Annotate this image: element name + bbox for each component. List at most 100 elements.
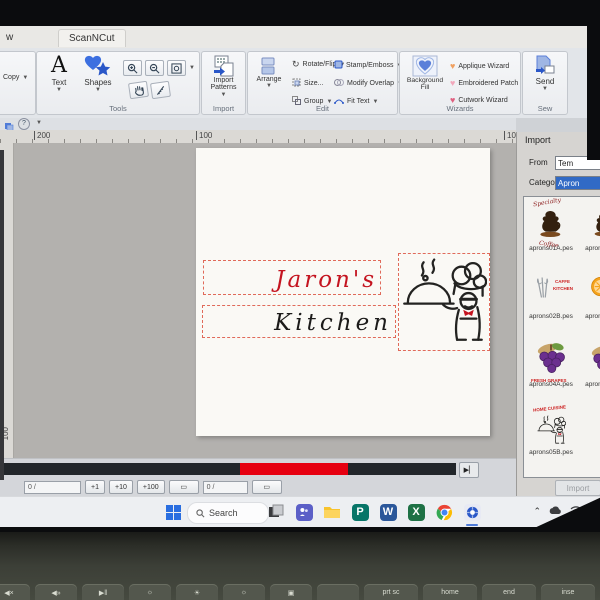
stitch-timeline[interactable] [0, 463, 456, 475]
chrome-icon[interactable] [434, 502, 454, 522]
orange-art [591, 277, 600, 297]
help-icon[interactable]: ? [18, 118, 30, 130]
zoom-out-button[interactable] [145, 60, 164, 76]
key-blank[interactable] [317, 584, 359, 600]
thumbnail-aprons02B[interactable]: CAFFE KITCHEN aprons02B.pes [524, 269, 578, 320]
thumb-art-text: CAFFE [555, 279, 570, 284]
import-patterns-button[interactable]: Import Patterns ▼ [207, 55, 240, 98]
copy-button[interactable]: Copy ▼ [3, 74, 28, 81]
key-brightness-down[interactable]: ☼ [129, 584, 171, 600]
thumbnail-aprons01B[interactable]: aprons01B.pes [580, 201, 600, 252]
publisher-icon[interactable]: P [350, 502, 370, 522]
key-insert[interactable]: inse [541, 584, 595, 600]
thumbnail-aprons05B[interactable]: HOME CUISINE aprons05B.pes [524, 404, 578, 456]
text-tool-button[interactable]: A Text ▼ [43, 54, 75, 94]
embroidered-patch-button[interactable]: ♥ Embroidered Patch [450, 79, 518, 88]
size-button[interactable]: Size... [292, 78, 323, 89]
import-patterns-icon [207, 55, 240, 77]
import-confirm-button[interactable]: Import [555, 480, 600, 496]
patch-heart-icon: ♥ [450, 78, 456, 88]
arrange-button[interactable]: Arrange ▼ [252, 56, 286, 89]
zoom-buttons: ▼ [123, 60, 195, 76]
shapes-tool-button[interactable]: Shapes ▼ [79, 54, 117, 93]
excel-icon[interactable]: X [406, 502, 426, 522]
key-project-display[interactable]: ▣ [270, 584, 312, 600]
key-brightness-up[interactable]: ☼ [223, 584, 265, 600]
selection-box-chef[interactable] [398, 253, 490, 351]
stamp-emboss-button[interactable]: Stamp/Emboss ▼ [334, 60, 402, 71]
background-fill-icon [403, 55, 447, 77]
wizards-group-label: Wizards [446, 104, 474, 113]
design-text-line1[interactable]: Jaron's [275, 267, 377, 293]
key-play-pause[interactable]: ▶‖ [82, 584, 124, 600]
size-label: Size... [304, 80, 324, 87]
thumbnail-aprons04B[interactable]: aprons04B.pes [580, 337, 600, 388]
background-fill-button[interactable]: Background Fill [403, 55, 447, 91]
forward-10-button[interactable]: +10 [108, 480, 133, 494]
search-label: Search [209, 508, 238, 518]
tab-scanncut[interactable]: ScanNCut [58, 29, 126, 47]
zoom-fit-button[interactable] [167, 60, 186, 76]
key-volume[interactable]: ◀» [35, 584, 77, 600]
tray-chevron-icon[interactable]: ⌃ [533, 506, 541, 517]
ribbon-group-clipboard: Copy ▼ [0, 51, 36, 115]
file-explorer-icon[interactable] [322, 502, 342, 522]
laptop-photo: w ScanNCut Copy ▼ A Text ▼ Shapes ▼ ▼ To… [0, 0, 600, 600]
forward-1-button[interactable]: +1 [85, 480, 105, 494]
taskbar-search[interactable]: Search [187, 502, 269, 524]
applique-wizard-button[interactable]: ♥ Applique Wizard [450, 62, 509, 71]
task-view-icon[interactable] [266, 502, 286, 522]
thumbnail-aprons04A[interactable]: FRESH GRAPES aprons04A.pes [524, 337, 578, 388]
modify-overlap-button[interactable]: Modify Overlap ▼ [334, 78, 403, 89]
modify-overlap-icon [334, 78, 344, 89]
key-brightness[interactable]: ☀ [176, 584, 218, 600]
key-end[interactable]: end [482, 584, 536, 600]
stitch-counter-field[interactable]: 0 / [24, 480, 81, 494]
key-home[interactable]: home [423, 584, 477, 600]
zoom-in-button[interactable] [123, 60, 142, 76]
ribbon-group-sew: Send ▼ Sew [522, 51, 568, 115]
tab-view-partial[interactable]: w [0, 29, 23, 46]
stamp-emboss-label: Stamp/Emboss [346, 62, 394, 69]
text-tool-label: Text [51, 78, 67, 87]
word-icon[interactable]: W [378, 502, 398, 522]
design-workspace[interactable]: 100 Jaron's Kitchen [0, 143, 516, 458]
simulator-play-button[interactable]: ▶▏ [459, 462, 479, 478]
copy-label: Copy [3, 74, 20, 81]
thumb-filename: aprons05B.pes [529, 449, 573, 456]
measure-button[interactable] [149, 80, 172, 100]
teams-icon[interactable] [294, 502, 314, 522]
caret-icon: ▼ [95, 87, 101, 93]
photo-left-edge [0, 150, 4, 480]
send-button[interactable]: Send ▼ [529, 55, 561, 92]
design-text-line2[interactable]: Kitchen [274, 310, 392, 336]
frame-forward-button[interactable]: ▭ [251, 480, 282, 494]
frame-back-button[interactable]: ▭ [168, 480, 199, 494]
import-group-label: Import [212, 104, 235, 113]
forward-100-button[interactable]: +100 [136, 480, 165, 494]
quickbar-caret-icon[interactable]: ▼ [36, 120, 42, 126]
windows-taskbar: Search P W X ⌃ [0, 496, 600, 527]
background-fill-label1: Background [406, 77, 444, 84]
thumbnail-aprons01A[interactable]: Specialty Coffee aprons01A.pes [524, 197, 578, 252]
key-print-screen[interactable]: prt sc [364, 584, 418, 600]
caret-icon: ▼ [542, 86, 548, 92]
category-dropdown[interactable]: Apron [555, 176, 600, 190]
thumb-filename: aprons02B.pes [529, 313, 573, 320]
key-mute[interactable]: ◀× [0, 584, 30, 600]
pe-design-app-icon[interactable] [462, 502, 482, 522]
red-thread-segment [240, 463, 348, 475]
coffee-pot-art [589, 210, 600, 238]
selection-box-line2[interactable]: Kitchen [202, 305, 396, 338]
color-counter-field[interactable]: 0 / [202, 480, 248, 494]
ribbon-group-tools: A Text ▼ Shapes ▼ ▼ Tools [36, 51, 200, 115]
selection-box-line1[interactable]: Jaron's [203, 260, 381, 295]
pan-hand-button[interactable] [127, 80, 150, 100]
windows-start-button[interactable] [166, 505, 181, 520]
tray-cloud-icon[interactable] [549, 506, 562, 517]
thumbnail-aprons03A[interactable]: MON aprons03A.pes [580, 269, 600, 320]
stamp-emboss-icon [334, 60, 343, 71]
design-page[interactable]: Jaron's Kitchen [196, 148, 490, 436]
thumb-art-text: KITCHEN [553, 286, 573, 291]
simulator-controls: 0 / +1 +10 +100 ▭ 0 / ▭ [0, 479, 282, 495]
